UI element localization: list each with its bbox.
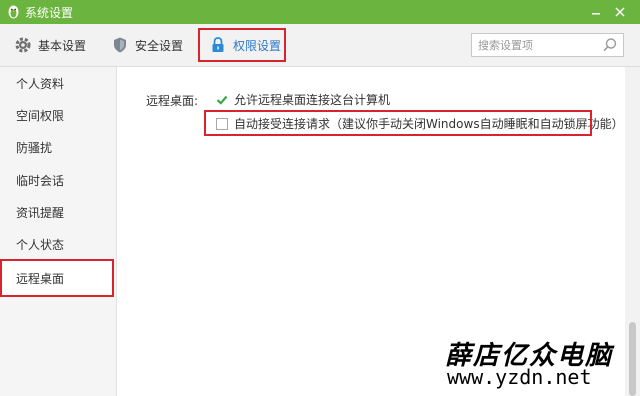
minimize-button[interactable]	[584, 0, 608, 24]
tab-label: 安全设置	[135, 38, 184, 53]
tab-label: 基本设置	[38, 38, 87, 53]
sidebar-item-label: 临时会话	[16, 173, 65, 188]
lock-icon	[209, 36, 227, 54]
sidebar-item-label: 空间权限	[16, 108, 65, 123]
search-icon[interactable]	[602, 37, 618, 53]
window-title: 系统设置	[25, 6, 74, 20]
sidebar-item-label: 个人状态	[16, 237, 65, 252]
sidebar-item-remote-desktop[interactable]: 远程桌面	[0, 259, 114, 297]
sidebar-item-personal-status[interactable]: 个人状态	[0, 228, 116, 260]
sidebar-item-anti-harassment[interactable]: 防骚扰	[0, 131, 116, 163]
watermark: 薛店亿众电脑 www.yzdn.net	[437, 335, 627, 391]
remote-desktop-label: 远程桌面:	[146, 94, 199, 108]
allow-remote-desktop-option[interactable]: 允许远程桌面连接这台计算机	[216, 91, 390, 108]
title-bar: 系统设置	[0, 0, 640, 24]
tab-label: 权限设置	[233, 38, 282, 53]
sidebar-item-label: 个人资料	[16, 76, 65, 91]
auto-accept-checkbox[interactable]	[216, 117, 228, 130]
sidebar-item-space-permission[interactable]: 空间权限	[0, 99, 116, 131]
settings-tabs-bar: 基本设置 安全设置 权限设置	[0, 24, 640, 67]
allow-remote-label: 允许远程桌面连接这台计算机	[234, 93, 391, 107]
sidebar-item-temp-session[interactable]: 临时会话	[0, 164, 116, 196]
search-input[interactable]	[478, 37, 598, 53]
scrollbar-thumb[interactable]	[629, 322, 636, 396]
sidebar-item-label: 远程桌面	[16, 271, 65, 286]
auto-accept-option[interactable]: 自动接受连接请求（建议你手动关闭Windows自动睡眠和自动锁屏功能）	[216, 115, 624, 132]
sidebar-item-label: 资讯提醒	[16, 205, 65, 220]
sidebar-item-label: 防骚扰	[16, 140, 53, 155]
close-button[interactable]	[608, 0, 632, 24]
tab-permission-settings[interactable]: 权限设置	[198, 28, 286, 62]
sidebar-item-profile[interactable]: 个人资料	[0, 67, 116, 99]
sidebar-item-news-reminder[interactable]: 资讯提醒	[0, 196, 116, 228]
allow-remote-checkbox[interactable]	[216, 94, 228, 106]
auto-accept-label: 自动接受连接请求（建议你手动关闭Windows自动睡眠和自动锁屏功能）	[234, 117, 624, 131]
tab-basic-settings[interactable]: 基本设置	[14, 30, 86, 60]
tab-security-settings[interactable]: 安全设置	[111, 30, 183, 60]
gear-icon	[14, 36, 32, 54]
shield-icon	[111, 36, 129, 54]
vertical-scrollbar[interactable]	[625, 67, 640, 396]
settings-search[interactable]	[471, 33, 624, 57]
qq-penguin-icon	[5, 3, 22, 20]
watermark-url: www.yzdn.net	[447, 365, 592, 389]
checkmark-icon	[216, 95, 228, 105]
close-icon	[615, 7, 625, 17]
settings-sidebar: 个人资料 空间权限 防骚扰 临时会话 资讯提醒 个人状态 远程桌面	[0, 67, 117, 396]
